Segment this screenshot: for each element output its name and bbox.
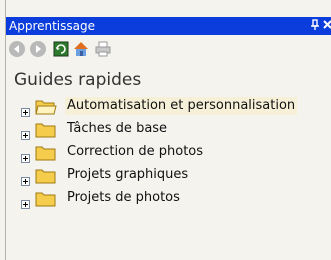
folder-icon: [35, 121, 57, 138]
pin-icon[interactable]: [310, 17, 320, 38]
tree-item-photo-projects[interactable]: Projets de photos: [21, 188, 331, 211]
refresh-icon[interactable]: [52, 40, 70, 58]
quick-guides-tree: Automatisation et personnalisation Tâche…: [21, 96, 331, 211]
tree-item-automation[interactable]: Automatisation et personnalisation: [21, 96, 331, 119]
tree-item-basic-tasks[interactable]: Tâches de base: [21, 119, 331, 142]
tree-item-label: Automatisation et personnalisation: [65, 97, 298, 115]
print-icon[interactable]: [94, 40, 112, 58]
tree-item-photo-correction[interactable]: Correction de photos: [21, 142, 331, 165]
page-title: Guides rapides: [14, 70, 142, 90]
expand-icon[interactable]: [21, 171, 30, 186]
expand-icon[interactable]: [21, 125, 30, 140]
tree-item-graphic-projects[interactable]: Projets graphiques: [21, 165, 331, 188]
forward-icon[interactable]: [29, 40, 47, 58]
panel-title: Apprentissage: [9, 19, 95, 33]
close-icon[interactable]: [323, 17, 331, 36]
expand-icon[interactable]: [21, 102, 30, 117]
panel-toolbar: [6, 40, 206, 60]
folder-open-icon: [35, 98, 57, 115]
folder-icon: [35, 144, 57, 161]
tree-item-label: Projets de photos: [67, 190, 180, 205]
folder-icon: [35, 190, 57, 207]
expand-icon[interactable]: [21, 148, 30, 163]
tree-item-label: Tâches de base: [67, 121, 168, 136]
expand-icon[interactable]: [21, 194, 30, 209]
home-icon[interactable]: [72, 40, 90, 58]
tree-item-label: Correction de photos: [67, 144, 204, 159]
panel-titlebar: Apprentissage: [6, 17, 331, 35]
back-icon[interactable]: [8, 40, 26, 58]
tree-item-label: Projets graphiques: [67, 167, 189, 182]
folder-icon: [35, 167, 57, 184]
